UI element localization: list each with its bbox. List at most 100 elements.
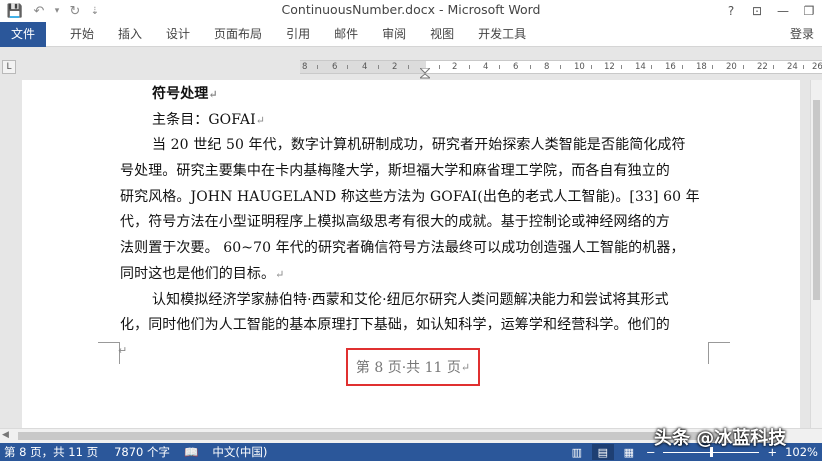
footer-page-number[interactable]: 第 8 页·共 11 页 ↵: [346, 348, 480, 386]
watermark: 头条 @冰蓝科技: [654, 428, 787, 449]
tab-selector[interactable]: L: [2, 60, 16, 74]
web-layout-icon[interactable]: ▦: [618, 444, 640, 460]
language[interactable]: 中文(中国): [208, 444, 277, 460]
zoom-level[interactable]: 102%: [781, 445, 822, 459]
footer-page-number-text: 第 8 页·共 11 页: [355, 360, 461, 376]
ruler-label: 26: [812, 62, 822, 72]
scroll-left-icon[interactable]: ◀: [2, 430, 9, 440]
ruler-bar: L 8 6 4 2 2 4 6 8 10 12 14 16 18 20 22 24 26: [0, 54, 822, 80]
ruler-tick: [651, 65, 653, 69]
ruler-tick: [712, 65, 714, 69]
ruler-label: 8: [544, 62, 550, 72]
line-text: 主条目：GOFAI: [152, 111, 256, 128]
tab-file[interactable]: 文件: [0, 21, 46, 47]
document-line: 法则置于次要。 60~70 年代的研究者确信符号方法最终可以成功创造强人工智能的…: [120, 235, 684, 261]
ruler-label: 6: [513, 62, 519, 72]
ruler-tick: [408, 65, 410, 69]
window-controls: ? ⊡ — ❐: [718, 0, 822, 22]
tab-mailings[interactable]: 邮件: [322, 22, 370, 47]
tab-view[interactable]: 视图: [418, 22, 466, 47]
page-count[interactable]: 第 8 页，共 11 页: [0, 444, 108, 460]
ruler-label: 14: [635, 62, 646, 72]
undo-icon[interactable]: ↶: [28, 1, 50, 21]
word-count[interactable]: 7870 个字: [108, 444, 180, 460]
title-bar: 💾 ↶ ▾ ↻ ⇣ ContinuousNumber.docx - Micros…: [0, 0, 822, 22]
ruler-tick: [438, 65, 440, 69]
restore-button[interactable]: ❐: [796, 0, 822, 22]
horizontal-ruler[interactable]: 8 6 4 2 2 4 6 8 10 12 14 16 18 20 22 24 26: [300, 60, 822, 74]
paragraph-mark: ↵: [255, 113, 266, 127]
ruler-label: 18: [696, 62, 707, 72]
document-body[interactable]: 符号处理↵ 主条目：GOFAI↵ 当 20 世纪 50 年代，数字计算机研制成功，研…: [120, 81, 700, 338]
ruler-tick: [590, 65, 592, 69]
vertical-scrollbar[interactable]: [810, 80, 822, 428]
ruler-tick: [742, 65, 744, 69]
footer-end-mark: ↵: [460, 360, 471, 374]
ruler-tick: [529, 65, 531, 69]
ruler-label: 4: [362, 62, 368, 72]
ruler-label: 22: [757, 62, 768, 72]
line-text: 法则置于次要。 60~70 年代的研究者确信符号方法最终可以成功创造强人工智能的…: [120, 240, 685, 257]
document-line: 当 20 世纪 50 年代，数字计算机研制成功，研究者开始探索人类智能是否能简化…: [120, 132, 686, 158]
tab-references[interactable]: 引用: [274, 22, 322, 47]
page[interactable]: 符号处理↵ 主条目：GOFAI↵ 当 20 世纪 50 年代，数字计算机研制成功，研…: [22, 80, 800, 428]
line-text: 研究风格。JOHN HAUGELAND 称这些方法为 GOFAI(出色的老式人工…: [120, 188, 700, 205]
redo-icon[interactable]: ↻: [64, 1, 86, 21]
login-link[interactable]: 登录: [790, 22, 814, 47]
ruler-label: 6: [332, 62, 338, 72]
paragraph-mark: ↵: [208, 88, 218, 101]
indent-marker-icon[interactable]: [420, 68, 430, 80]
ruler-tick: [773, 65, 774, 69]
tab-design[interactable]: 设计: [154, 22, 202, 47]
ruler-label: 24: [787, 62, 798, 72]
ruler-label: 2: [392, 62, 398, 72]
line-text: 当 20 世纪 50 年代，数字计算机研制成功，研究者开始探索人类智能是否能简化…: [152, 137, 686, 154]
ruler-tick: [560, 65, 562, 69]
tab-insert[interactable]: 插入: [106, 22, 154, 47]
tab-review[interactable]: 审阅: [370, 22, 418, 47]
tab-home[interactable]: 开始: [58, 22, 106, 47]
ruler-label: 8: [302, 62, 308, 72]
margin-corner-left: [98, 342, 120, 364]
undo-dropdown-icon[interactable]: ▾: [52, 1, 62, 21]
line-text: 化，同时他们为人工智能的基本原理打下基础，如认知科学，运筹学和经营科学。他们的: [120, 317, 670, 334]
ruler-label: 12: [604, 62, 615, 72]
document-line: 主条目：GOFAI↵: [120, 107, 680, 133]
document-line: 代，符号方法在小型证明程序上模拟高级思考有很大的成就。基于控制论或神经网络的方: [120, 209, 680, 235]
vertical-scroll-thumb[interactable]: [813, 100, 820, 300]
document-line: 符号处理↵: [120, 81, 680, 107]
tab-page-layout[interactable]: 页面布局: [202, 22, 274, 47]
ribbon-tabs: 文件 开始 插入 设计 页面布局 引用 邮件 审阅 视图 开发工具: [0, 21, 822, 47]
ribbon-display-button[interactable]: ⊡: [744, 0, 770, 22]
document-line: 研究风格。JOHN HAUGELAND 称这些方法为 GOFAI(出色的老式人工…: [120, 184, 700, 210]
document-line: 号处理。研究主要集中在卡内基梅隆大学，斯坦福大学和麻省理工学院，而各自有独立的: [120, 158, 680, 184]
line-text: 符号处理: [152, 86, 209, 102]
line-text: 号处理。研究主要集中在卡内基梅隆大学，斯坦福大学和麻省理工学院，而各自有独立的: [120, 163, 670, 180]
save-icon[interactable]: 💾: [4, 1, 26, 21]
zoom-slider[interactable]: [663, 446, 760, 457]
ruler-label: 2: [452, 62, 458, 72]
ruler-label: 20: [726, 62, 737, 72]
ruler-tick: [317, 65, 318, 69]
ruler-tick: [681, 65, 683, 69]
tab-developer[interactable]: 开发工具: [466, 22, 538, 47]
document-line: 认知模拟经济学家赫伯特·西蒙和艾伦·纽厄尔研究人类问题解决能力和尝试将其形式: [120, 287, 680, 313]
ruler-tick: [499, 65, 501, 69]
minimize-button[interactable]: —: [770, 0, 796, 22]
window-title: ContinuousNumber.docx - Microsoft Word: [281, 2, 541, 17]
ruler-tick: [347, 65, 349, 69]
ruler-label: 4: [483, 62, 489, 72]
ruler-label: 10: [574, 62, 585, 72]
help-button[interactable]: ?: [718, 0, 744, 22]
margin-corner-right: [708, 342, 730, 364]
footer-paragraph-mark: ↵: [118, 344, 128, 357]
line-text: 同时这也是他们的目标。: [120, 265, 276, 282]
proofing-icon[interactable]: 📖: [180, 445, 208, 459]
paragraph-mark: ↵: [275, 267, 285, 281]
line-text: 代，符号方法在小型证明程序上模拟高级思考有很大的成就。基于控制论或神经网络的方: [120, 214, 670, 231]
customize-qat-icon[interactable]: ⇣: [88, 1, 102, 21]
print-layout-icon[interactable]: ▤: [591, 444, 614, 460]
document-line: 化，同时他们为人工智能的基本原理打下基础，如认知科学，运筹学和经营科学。他们的: [120, 312, 680, 338]
document-area: 符号处理↵ 主条目：GOFAI↵ 当 20 世纪 50 年代，数字计算机研制成功，研…: [0, 80, 810, 428]
read-mode-icon[interactable]: ▥: [566, 444, 588, 460]
